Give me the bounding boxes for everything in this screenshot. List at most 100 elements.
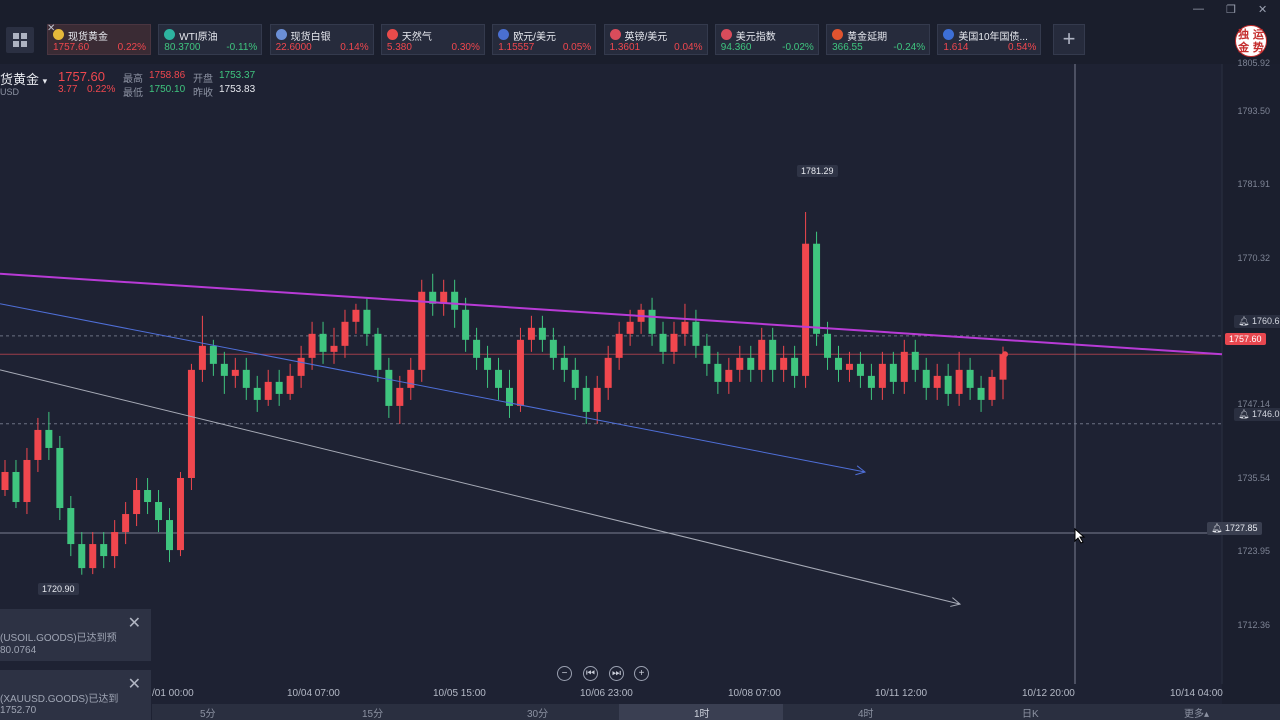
ticker-name: 欧元/美元: [513, 32, 556, 43]
candle-body: [692, 321, 700, 346]
grid-menu-button[interactable]: [6, 27, 34, 53]
period-30m[interactable]: 30分: [527, 705, 548, 720]
candle-body: [549, 339, 557, 358]
candle-body: [670, 333, 678, 352]
add-ticker-button[interactable]: +: [1053, 24, 1085, 55]
period-bar: [152, 704, 1280, 720]
ticker-name: WTI原油: [179, 32, 218, 43]
ticker-card[interactable]: 美国10年国债... 1.614 0.54%: [937, 24, 1042, 55]
scroll-end-button[interactable]: ⏭: [609, 666, 624, 681]
crosshair-price: 1727.85: [1224, 523, 1258, 533]
candle-body: [593, 387, 601, 412]
ticker-card[interactable]: 欧元/美元 1.15557 0.05%: [492, 24, 597, 55]
ticker-card[interactable]: 美元指数 94.360 -0.02%: [714, 24, 819, 55]
period-15m[interactable]: 15分: [362, 705, 383, 720]
candle-body: [198, 345, 206, 370]
period-4h[interactable]: 4时: [858, 705, 874, 720]
price-chart[interactable]: [0, 64, 1280, 704]
candle-body: [977, 387, 985, 400]
ticker-card[interactable]: 黄金延期 366.55 -0.24%: [826, 24, 931, 55]
ticker-card[interactable]: 现货黄金 1757.60 0.22%: [47, 24, 151, 55]
ticker-price: 80.3700: [164, 42, 201, 53]
alert-line-tag-1[interactable]: 🔔︎ 1760.66: [1234, 315, 1280, 328]
trend-line: [0, 369, 961, 605]
candle-body: [166, 520, 174, 551]
candle-body: [791, 357, 799, 376]
candle-body: [275, 381, 283, 394]
instrument-name[interactable]: 货黄金 ▾: [0, 69, 47, 88]
logo-text: 独 运金 势: [1238, 28, 1264, 54]
crosshair-price-tag: 🔔︎ 1727.85: [1207, 522, 1262, 535]
candle-body: [385, 369, 393, 406]
restore-button[interactable]: ❐: [1226, 3, 1236, 16]
ticker-name: 美元指数: [735, 32, 776, 43]
candle-body: [714, 363, 722, 382]
period-1h[interactable]: 1时: [694, 705, 710, 720]
zoom-in-button[interactable]: +: [634, 666, 649, 681]
ticker-card[interactable]: 英镑/美元 1.3601 0.04%: [603, 24, 708, 55]
candle-body: [363, 309, 371, 334]
candle-body: [911, 351, 919, 370]
candle-body: [845, 363, 853, 370]
period-daily[interactable]: 日K: [1022, 705, 1039, 720]
y-axis-label: 1712.36: [1237, 620, 1270, 630]
candle-body: [111, 532, 119, 557]
max-price-label: 1781.29: [797, 165, 838, 177]
period-more[interactable]: 更多▴: [1184, 705, 1209, 720]
candle-body: [242, 369, 250, 388]
candle-body: [889, 363, 897, 382]
ticker-card[interactable]: 天然气 5.380 0.30%: [380, 24, 485, 55]
alert-toast[interactable]: ✕ (XAUUSD.GOODS)已达到 1752.70: [0, 670, 151, 720]
candle-body: [495, 369, 503, 388]
close-icon[interactable]: ✕: [128, 674, 141, 694]
candle-body: [966, 369, 974, 388]
candle-body: [286, 375, 294, 394]
candle-body: [824, 333, 832, 358]
candle-body: [352, 309, 360, 322]
min-price-label: 1720.90: [38, 583, 79, 595]
zoom-out-button[interactable]: −: [557, 666, 572, 681]
scroll-start-button[interactable]: ⏮: [583, 666, 598, 681]
ticker-change: 0.30%: [451, 42, 480, 53]
ticker-card[interactable]: 现货白银 22.6000 0.14%: [269, 24, 374, 55]
ticker-change: 0.14%: [340, 42, 369, 53]
ticker-card[interactable]: WTI原油 80.3700 -0.11%: [158, 24, 263, 55]
time-label: 10/14 04:00: [1170, 688, 1223, 699]
candle-body: [780, 357, 788, 370]
candle-body: [67, 508, 75, 545]
price-change-pct: 0.22%: [87, 84, 116, 95]
candle-body: [209, 345, 217, 364]
alert-toast[interactable]: ✕ (USOIL.GOODS)已达到预 80.0764: [0, 609, 151, 661]
current-price: 1757.60: [58, 69, 105, 84]
y-axis-label: 1735.54: [1237, 473, 1270, 483]
candle-body: [955, 369, 963, 394]
candle-body: [615, 333, 623, 358]
candle-body: [834, 357, 842, 370]
close-ticker-icon[interactable]: ✕: [47, 23, 55, 34]
ticker-price: 1.15557: [498, 42, 535, 53]
time-label: 10/12 20:00: [1022, 688, 1075, 699]
price-change: 3.77: [58, 84, 78, 95]
candle-body: [626, 321, 634, 334]
candle-body: [516, 339, 524, 406]
close-icon[interactable]: ✕: [128, 613, 141, 633]
candle-body: [473, 339, 481, 358]
period-5m[interactable]: 5分: [200, 705, 216, 720]
candle-body: [571, 369, 579, 388]
instrument-icon: [164, 29, 176, 40]
candle-body: [922, 369, 930, 388]
candle-body: [867, 375, 875, 388]
ticker-price: 1.614: [943, 42, 969, 53]
minimize-button[interactable]: —: [1193, 3, 1204, 15]
alert-price-1: 1760.66: [1251, 316, 1280, 326]
alert-line-tag-2[interactable]: 🔔︎ 1746.03: [1234, 408, 1280, 421]
candle-body: [231, 369, 239, 376]
low-label: 最低: [123, 88, 143, 99]
y-axis-label: 1781.91: [1237, 179, 1270, 189]
y-axis-label: 1793.50: [1237, 106, 1270, 116]
ticker-name: 现货黄金: [68, 32, 108, 43]
close-window-button[interactable]: ✕: [1258, 3, 1267, 16]
candle-body: [176, 477, 184, 551]
ticker-name: 天然气: [401, 32, 432, 43]
prev-close-label: 昨收: [193, 88, 213, 99]
